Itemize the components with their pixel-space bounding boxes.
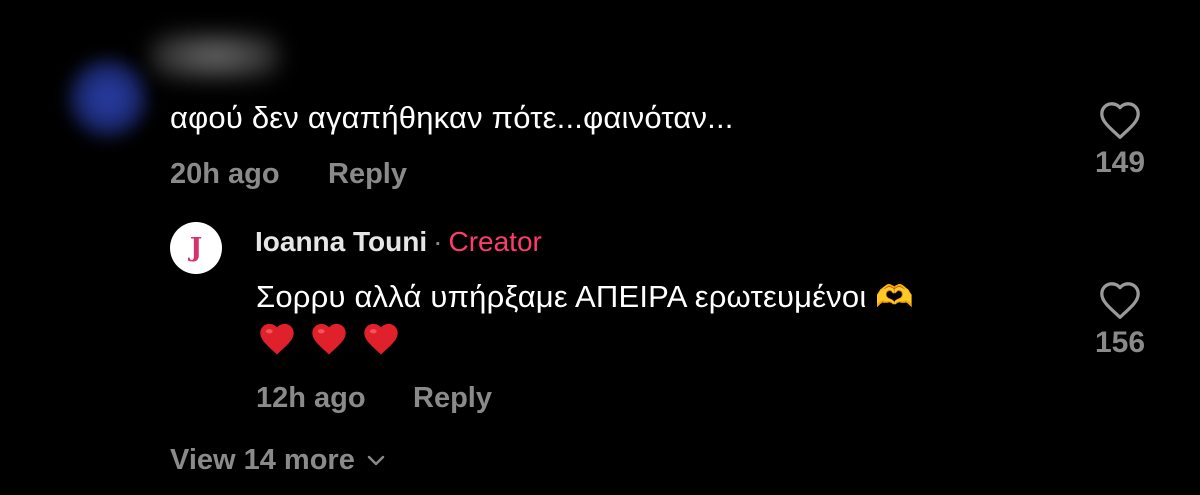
comment-reply-button[interactable]: Reply [328, 158, 407, 191]
red-heart-emoji [312, 323, 346, 355]
reply-separator: · [433, 226, 443, 257]
view-more-replies-button[interactable]: View 14 more [170, 444, 385, 477]
reply-like-count: 156 [1094, 326, 1146, 359]
comment-timestamp: 20h ago [170, 158, 280, 190]
reply-avatar-letter: J [189, 233, 203, 263]
chevron-down-icon [367, 455, 385, 465]
reply-author-name[interactable]: Ioanna Touni [255, 226, 427, 257]
heart-outline-icon [1100, 102, 1140, 139]
reply-like-button[interactable]: 156 [1080, 280, 1160, 360]
reply-text: Σορρυ αλλά υπήρξαμε ΑΠΕΙΡΑ ερωτευμένοι 🫶 [256, 279, 915, 314]
reply-timestamp: 12h ago [256, 382, 366, 414]
heart-outline-icon [1100, 282, 1140, 319]
reply-avatar[interactable]: J [170, 222, 222, 274]
creator-badge: Creator [448, 226, 542, 257]
comment-text: αφού δεν αγαπήθηκαν πότε...φαινόταν... [170, 100, 734, 135]
reply-header: Ioanna Touni · Creator [255, 226, 542, 258]
comment-like-button[interactable]: 149 [1080, 100, 1160, 180]
reply-emoji-row [258, 322, 400, 356]
comment-author-name[interactable] [150, 32, 280, 80]
reply-reply-button[interactable]: Reply [413, 382, 492, 415]
red-heart-emoji [364, 323, 398, 355]
red-heart-emoji [260, 323, 294, 355]
comment-like-count: 149 [1094, 146, 1146, 179]
comment-avatar[interactable] [68, 58, 148, 138]
view-more-label: View 14 more [170, 444, 355, 476]
